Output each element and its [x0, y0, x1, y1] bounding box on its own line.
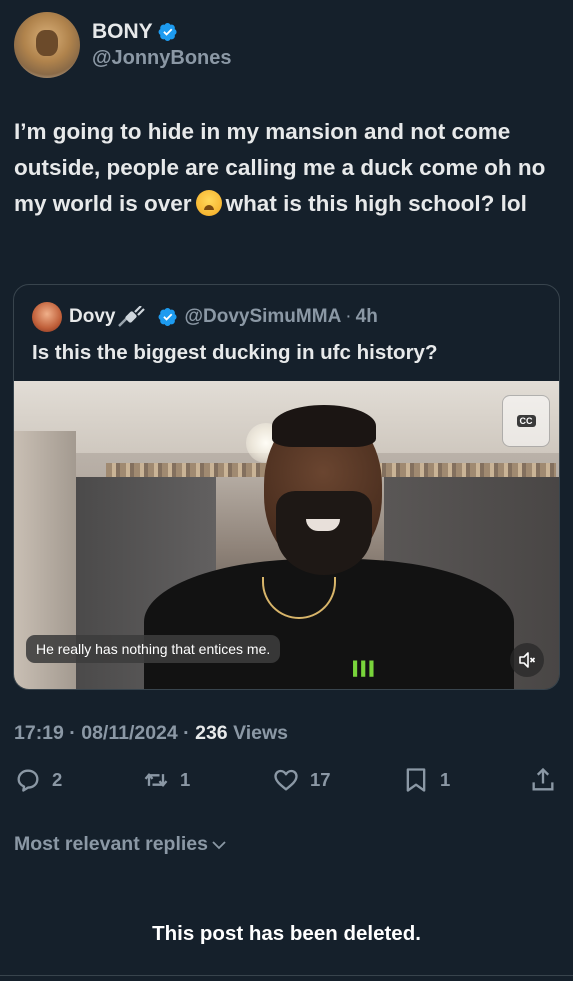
author-names: BONY @JonnyBones	[92, 19, 232, 71]
chevron-down-icon	[212, 840, 226, 849]
share-button[interactable]	[529, 766, 557, 794]
quoted-avatar	[32, 302, 62, 332]
views-label[interactable]: Views	[233, 722, 288, 744]
quoted-tweet[interactable]: Dovy @DovySimuMMA · 4h Is this the bigge…	[13, 284, 560, 690]
views-count[interactable]: 236	[195, 722, 228, 744]
mute-button[interactable]	[510, 643, 544, 677]
tweet-text-part-2: what is this high school? lol	[225, 191, 527, 216]
action-bar: 2 1 17 1	[14, 766, 559, 802]
quoted-handle[interactable]: @DovySimuMMA	[184, 306, 341, 328]
quoted-tweet-text: Is this the biggest ducking in ufc histo…	[32, 341, 438, 364]
quoted-tweet-author[interactable]: Dovy @DovySimuMMA · 4h	[32, 302, 378, 332]
bookmark-icon	[406, 768, 426, 792]
plug-icon	[118, 306, 146, 327]
tweet-meta: 17:19 · 08/11/2024 · 236 Views	[14, 722, 288, 745]
video-person-hair	[272, 405, 376, 447]
repost-icon	[144, 772, 168, 788]
divider	[0, 975, 573, 976]
like-count: 17	[310, 769, 331, 790]
like-button[interactable]: 17	[272, 766, 331, 794]
repost-button[interactable]: 1	[142, 766, 190, 794]
share-icon	[532, 767, 554, 791]
avatar[interactable]	[14, 12, 80, 78]
repost-count: 1	[180, 769, 191, 790]
quoted-video[interactable]: ΙΙΙ CC He really has nothing that entice…	[14, 381, 559, 689]
verified-badge-icon	[158, 23, 177, 41]
video-person-beard	[276, 491, 372, 575]
replies-sort-label[interactable]: Most relevant replies	[14, 833, 208, 856]
tweet-text: I’m going to hide in my mansion and not …	[14, 114, 559, 222]
deleted-post-notice: This post has been deleted.	[152, 922, 421, 945]
reply-count: 2	[52, 769, 63, 790]
quoted-timestamp[interactable]: 4h	[356, 306, 378, 328]
bookmark-button[interactable]: 1	[402, 766, 450, 794]
quoted-display-name[interactable]: Dovy	[69, 306, 115, 328]
tweet-author[interactable]: BONY @JonnyBones	[14, 12, 232, 78]
tweet-date[interactable]: 08/11/2024	[81, 722, 178, 744]
meta-separator-1: ·	[69, 722, 76, 744]
quoted-verified-badge-icon	[159, 308, 178, 326]
weary-face-emoji-icon	[195, 190, 222, 216]
author-display-name-text[interactable]: BONY	[92, 19, 153, 45]
quoted-separator: ·	[345, 306, 352, 327]
replies-sort-dropdown[interactable]: Most relevant replies	[14, 833, 228, 856]
reply-icon	[17, 769, 39, 792]
bookmark-count: 1	[440, 769, 451, 790]
video-caption: He really has nothing that entices me.	[26, 635, 281, 663]
cc-icon-label: CC	[516, 415, 536, 427]
meta-separator-2: ·	[183, 722, 190, 744]
reply-button[interactable]: 2	[14, 766, 62, 794]
monster-logo-icon: ΙΙΙ	[351, 658, 376, 683]
author-display-name[interactable]: BONY	[92, 19, 232, 45]
heart-icon	[274, 769, 298, 791]
tweet-time[interactable]: 17:19	[14, 722, 64, 744]
author-handle[interactable]: @JonnyBones	[92, 45, 232, 71]
cc-icon: CC	[502, 395, 550, 447]
mute-icon	[519, 652, 536, 668]
